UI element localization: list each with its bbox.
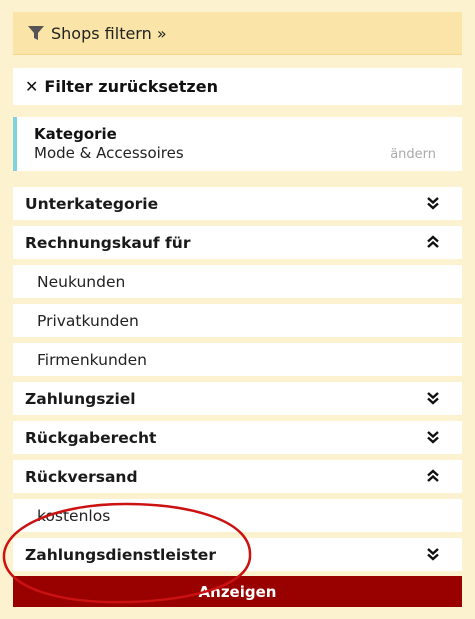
filter-option-firmenkunden[interactable]: Firmenkunden <box>13 343 462 376</box>
show-results-label: Anzeigen <box>198 582 277 601</box>
section-label: Zahlungsdienstleister <box>25 545 216 564</box>
x-icon: ✕ <box>25 77 39 96</box>
filter-section-rueckgaberecht[interactable]: Rückgaberecht <box>13 421 462 454</box>
section-label: Rechnungskauf für <box>25 233 191 252</box>
option-label: Firmenkunden <box>37 350 147 369</box>
section-label: Zahlungsziel <box>25 389 136 408</box>
section-label: Rückgaberecht <box>25 428 157 447</box>
chevron-double-down-icon <box>427 197 439 210</box>
filter-option-privatkunden[interactable]: Privatkunden <box>13 304 462 337</box>
chevron-double-down-icon <box>427 431 439 444</box>
chevron-double-up-icon <box>427 469 439 482</box>
filter-option-kostenlos[interactable]: kostenlos <box>13 499 462 532</box>
filter-header-label: Shops filtern » <box>51 23 167 43</box>
option-label: Neukunden <box>37 272 126 291</box>
option-label: Privatkunden <box>37 311 139 330</box>
filter-section-unterkategorie[interactable]: Unterkategorie <box>13 187 462 220</box>
filter-header[interactable]: Shops filtern » <box>13 12 462 55</box>
option-label: kostenlos <box>37 506 111 525</box>
section-label: Unterkategorie <box>25 194 159 213</box>
reset-filters-label: Filter zurücksetzen <box>44 77 218 96</box>
chevron-double-down-icon <box>427 392 439 405</box>
filter-option-neukunden[interactable]: Neukunden <box>13 265 462 298</box>
funnel-icon <box>28 26 44 40</box>
show-results-button[interactable]: Anzeigen <box>13 576 462 607</box>
category-title: Kategorie <box>34 125 117 143</box>
filter-section-zahlungsziel[interactable]: Zahlungsziel <box>13 382 462 415</box>
chevron-double-up-icon <box>427 235 439 248</box>
filter-section-rechnungskauf[interactable]: Rechnungskauf für <box>13 226 462 259</box>
section-label: Rückversand <box>25 467 138 486</box>
filter-section-rueckversand[interactable]: Rückversand <box>13 460 462 493</box>
chevron-double-down-icon <box>427 548 439 561</box>
category-panel: Kategorie Mode & Accessoires ändern <box>13 117 462 171</box>
reset-filters-button[interactable]: ✕ Filter zurücksetzen <box>13 68 462 105</box>
change-category-link[interactable]: ändern <box>390 147 436 162</box>
filter-section-zahlungsdienstleister[interactable]: Zahlungsdienstleister <box>13 538 462 571</box>
